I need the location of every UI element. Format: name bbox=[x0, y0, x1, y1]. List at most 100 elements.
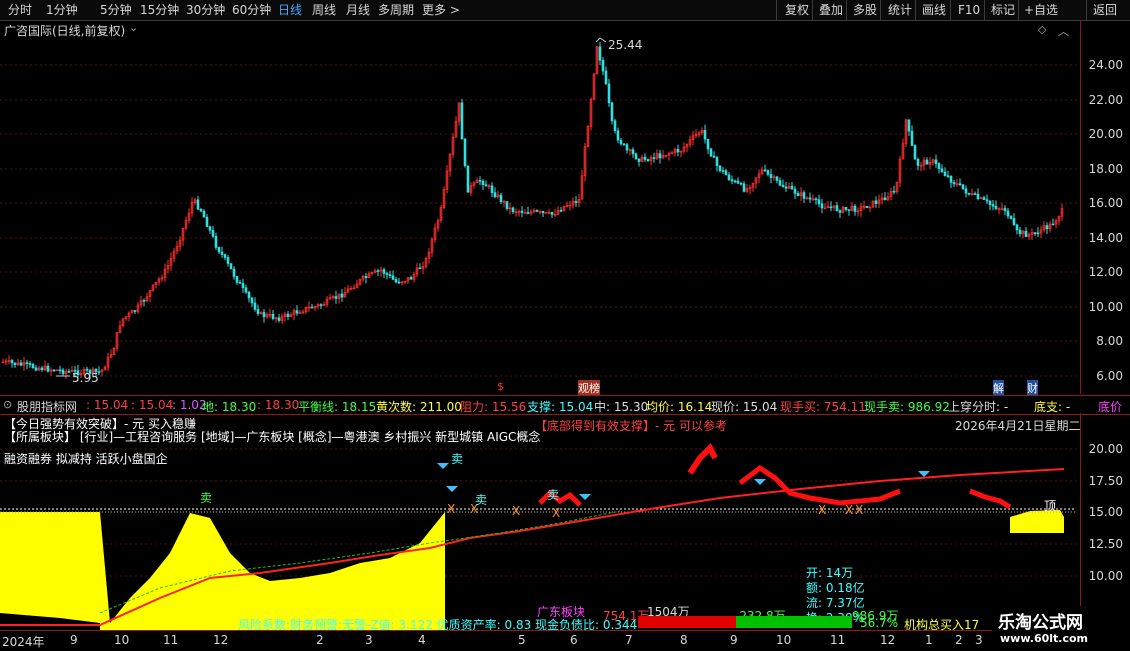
candle-body bbox=[1033, 232, 1037, 234]
candle-body bbox=[238, 282, 242, 284]
candle-body bbox=[211, 230, 215, 237]
candle-body bbox=[241, 283, 245, 289]
candle-body bbox=[277, 317, 281, 321]
price-tick: 8.00 bbox=[1096, 334, 1123, 348]
overlay-button[interactable]: 叠加 bbox=[819, 2, 843, 18]
event-mark-rank[interactable]: 观榜 bbox=[578, 380, 600, 396]
candle-body bbox=[775, 176, 779, 181]
price-tick: 10.00 bbox=[1088, 300, 1123, 314]
diamond-marker bbox=[579, 494, 591, 500]
candle-body bbox=[736, 180, 740, 184]
candle-body bbox=[985, 199, 989, 202]
candle-body bbox=[706, 138, 710, 150]
tab-weekly[interactable]: 周线 bbox=[312, 2, 336, 18]
candle-body bbox=[709, 148, 713, 157]
low-price-label: 5.95 bbox=[72, 371, 99, 385]
candle-body bbox=[229, 263, 233, 270]
tab-5min[interactable]: 5分钟 bbox=[100, 2, 132, 18]
date-tick: 9 bbox=[70, 633, 78, 647]
event-mark-dollar[interactable]: $ bbox=[497, 380, 504, 393]
event-mark-finance[interactable]: 财 bbox=[1027, 380, 1038, 396]
candle-body bbox=[409, 277, 413, 280]
candle-body bbox=[385, 273, 389, 275]
candle-body bbox=[778, 180, 782, 186]
candle-body bbox=[940, 168, 944, 173]
date-tick: 1 bbox=[925, 633, 933, 647]
candle-body bbox=[388, 274, 392, 277]
high-marker bbox=[595, 37, 607, 43]
price-tick: 12.00 bbox=[1088, 265, 1123, 279]
candle-body bbox=[205, 216, 209, 228]
candle-body bbox=[715, 157, 719, 167]
candle-body bbox=[574, 201, 578, 203]
x-marker: X bbox=[845, 503, 853, 517]
candle-body bbox=[262, 312, 266, 318]
candle-body bbox=[397, 281, 401, 284]
candle-body bbox=[658, 153, 662, 159]
candle-body bbox=[217, 247, 221, 253]
candle-body bbox=[334, 296, 338, 299]
chevron-up-icon[interactable]: ︿ bbox=[1058, 23, 1069, 39]
tab-1min[interactable]: 1分钟 bbox=[46, 2, 78, 18]
date-tick: 5 bbox=[518, 633, 526, 647]
draw-button[interactable]: 画线 bbox=[922, 2, 946, 18]
f10-button[interactable]: F10 bbox=[958, 2, 980, 18]
price-axis: 24.00 22.00 20.00 18.00 16.00 14.00 12.0… bbox=[1080, 20, 1130, 394]
diamond-icon[interactable]: ◇ bbox=[1038, 23, 1046, 36]
candle-body bbox=[793, 188, 797, 194]
top-mark: 顶 bbox=[1044, 499, 1057, 513]
watermark-url: www.60lt.com bbox=[1000, 632, 1089, 645]
candle-body bbox=[883, 197, 887, 201]
tab-daily[interactable]: 日线 bbox=[278, 2, 302, 18]
candle-body bbox=[391, 275, 395, 280]
candle-body bbox=[607, 83, 611, 104]
back-button[interactable]: 返回 bbox=[1093, 2, 1117, 18]
date-tick: 10 bbox=[114, 633, 130, 647]
sell-mark: 卖 bbox=[475, 493, 488, 507]
indicator-panel[interactable]: XXXXXXX 【今日强势有效突破】- 元 买入稳赚 【所属板块】 [行业]—工… bbox=[0, 413, 1080, 632]
candle-body bbox=[235, 276, 239, 283]
tab-60min[interactable]: 60分钟 bbox=[232, 2, 271, 18]
candle-body bbox=[1024, 230, 1028, 237]
candle-body bbox=[838, 210, 842, 213]
x-marker: X bbox=[447, 502, 455, 516]
candle-body bbox=[637, 158, 641, 162]
adjust-button[interactable]: 复权 bbox=[785, 2, 809, 18]
date-tick: 8 bbox=[680, 633, 688, 647]
candle-body bbox=[1045, 225, 1049, 230]
candle-body bbox=[802, 192, 806, 199]
event-mark-unlock[interactable]: 解 bbox=[993, 380, 1004, 396]
candle-body bbox=[1018, 229, 1022, 235]
tab-intraday[interactable]: 分时 bbox=[8, 2, 32, 18]
tab-30min[interactable]: 30分钟 bbox=[186, 2, 225, 18]
multi-stock-button[interactable]: 多股 bbox=[853, 2, 877, 18]
candle-body bbox=[766, 170, 770, 175]
collapse-icon[interactable]: ⊙ bbox=[3, 398, 12, 411]
mark-button[interactable]: 标记 bbox=[991, 2, 1015, 18]
candle-body bbox=[220, 251, 224, 255]
red-blob bbox=[738, 464, 901, 506]
tag-info-text: 融资融券 拟减持 活跃小盘国企 bbox=[4, 452, 168, 466]
indicator-tick: 15.00 bbox=[1088, 505, 1123, 519]
candle-body bbox=[964, 188, 968, 194]
candle-body bbox=[253, 302, 257, 310]
candle-body bbox=[382, 269, 386, 274]
candle-body bbox=[724, 170, 728, 176]
candle-body bbox=[712, 155, 716, 158]
tab-multi-period[interactable]: 多周期 bbox=[378, 2, 414, 18]
candle-body bbox=[730, 179, 734, 182]
indicator-value: : 15.04 bbox=[131, 398, 174, 412]
add-watchlist-button[interactable]: +自选 bbox=[1024, 2, 1058, 18]
candle-body bbox=[550, 211, 554, 215]
candle-body bbox=[739, 182, 743, 185]
candle-body bbox=[559, 210, 563, 212]
candlestick-panel[interactable]: 广咨国际(日线,前复权) ⌄ ◇ ︿ 25.44 5.95 $ 观榜 解 财 bbox=[0, 20, 1080, 396]
stats-button[interactable]: 统计 bbox=[888, 2, 912, 18]
tab-monthly[interactable]: 月线 bbox=[346, 2, 370, 18]
tab-15min[interactable]: 15分钟 bbox=[140, 2, 179, 18]
chevron-down-icon[interactable]: ⌄ bbox=[129, 21, 138, 34]
tab-more[interactable]: 更多 > bbox=[422, 2, 460, 18]
sector-info-text: 【所属板块】 [行业]—工程咨询服务 [地域]—广东板块 [概念]—粤港澳 乡村… bbox=[4, 430, 541, 444]
candle-body bbox=[1036, 232, 1040, 235]
candle-body bbox=[643, 156, 647, 160]
